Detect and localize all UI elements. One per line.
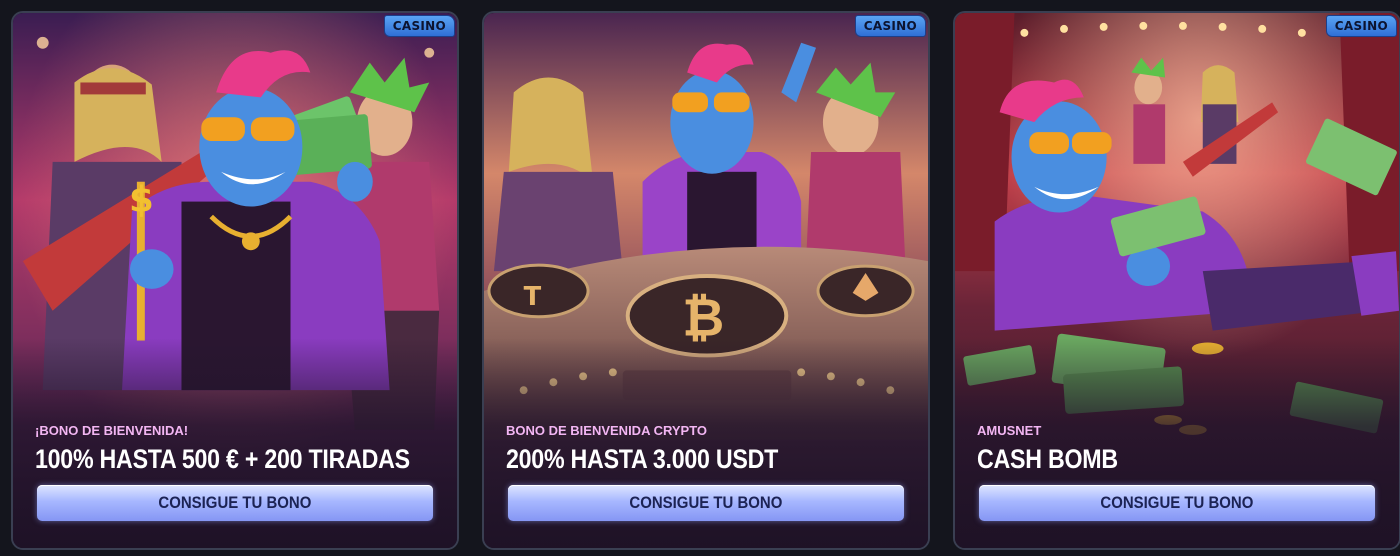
casino-badge: CASINO [854, 15, 926, 37]
promo-kicker: AMUSNET [977, 423, 1042, 438]
promo-headline: 100% HASTA 500 € + 200 TIRADAS [35, 444, 410, 474]
casino-badge: CASINO [383, 15, 455, 37]
promo-headline: 200% HASTA 3.000 USDT [506, 444, 779, 474]
promo-card-cash-bomb[interactable]: CASINO AMUSNET CASH BOMB CONSIGUE TU BON… [953, 11, 1400, 550]
promo-kicker: ¡BONO DE BIENVENIDA! [35, 423, 189, 438]
svg-text:T: T [524, 282, 542, 312]
promo-card-welcome[interactable]: $ CASINO ¡BONO DE BIENVENIDA! 100% HASTA… [11, 11, 459, 550]
casino-badge: CASINO [1325, 15, 1397, 37]
get-bonus-button-label: CONSIGUE TU BONO [158, 493, 312, 512]
promo-card-row: $ CASINO ¡BONO DE BIENVENIDA! 100% HASTA… [11, 11, 1400, 550]
promo-card-crypto[interactable]: ₿ T CASINO BONO DE BIENVENIDA CRYPTO 200… [482, 11, 930, 550]
get-bonus-button[interactable]: CONSIGUE TU BONO [508, 485, 904, 521]
promo-headline: CASH BOMB [977, 444, 1118, 474]
svg-text:$: $ [129, 179, 154, 220]
get-bonus-button-label: CONSIGUE TU BONO [629, 493, 783, 512]
get-bonus-button[interactable]: CONSIGUE TU BONO [37, 485, 433, 521]
get-bonus-button[interactable]: CONSIGUE TU BONO [979, 485, 1375, 521]
promo-kicker: BONO DE BIENVENIDA CRYPTO [506, 423, 708, 438]
get-bonus-button-label: CONSIGUE TU BONO [1100, 493, 1254, 512]
